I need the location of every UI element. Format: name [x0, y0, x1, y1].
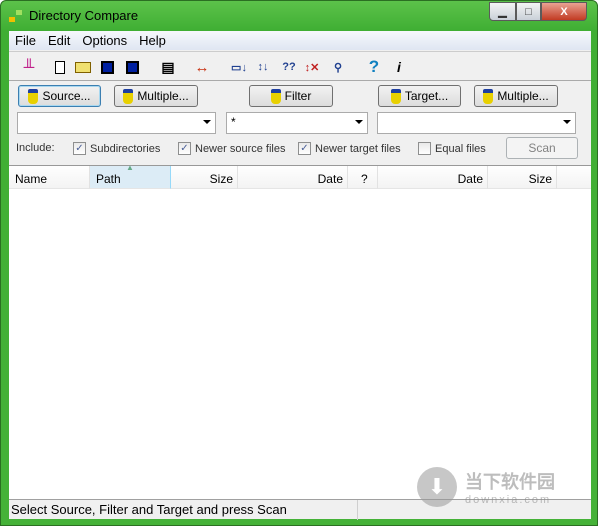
comparison-list[interactable]: Name Path ▲ Size Date ? Date Size — [9, 163, 591, 499]
column-header-path[interactable]: Path ▲ — [90, 163, 171, 189]
maximize-button[interactable]: □ — [516, 2, 541, 21]
menu-options[interactable]: Options — [76, 31, 133, 50]
column-header-name[interactable]: Name — [9, 166, 90, 189]
checkbox-checked[interactable]: ✓ — [298, 142, 311, 155]
source-button-label: Source... — [42, 89, 91, 103]
checkbox-unchecked[interactable] — [418, 142, 431, 155]
dropdown-arrow-icon[interactable] — [355, 120, 363, 124]
checkbox-checked[interactable]: ✓ — [178, 142, 191, 155]
hand-pointer-icon — [28, 88, 39, 104]
column-header-filler — [557, 166, 591, 189]
watermark: ⬇ 当下软件园 downxia.com — [417, 467, 555, 507]
checkbox-label: Newer source files — [195, 142, 286, 155]
source-multiple-label: Multiple... — [137, 89, 189, 103]
dropdown-arrow-icon[interactable] — [563, 120, 571, 124]
filter-button-label: Filter — [284, 89, 312, 103]
status-text: Select Source, Filter and Target and pre… — [11, 502, 287, 517]
hand-pointer-icon — [390, 88, 401, 104]
menu-file[interactable]: File — [9, 31, 42, 50]
menu-bar: File Edit Options Help — [9, 31, 591, 50]
save-as-icon[interactable] — [123, 56, 141, 78]
app-window: Directory Compare ▁ □ X File Edit Option… — [0, 0, 598, 526]
source-multiple-button[interactable]: Multiple... — [114, 85, 198, 107]
equal-files-checkbox[interactable]: Equal files — [418, 142, 486, 155]
hand-pointer-icon — [483, 88, 494, 104]
filter-combo-value: * — [231, 115, 236, 129]
target-multiple-label: Multiple... — [497, 89, 549, 103]
sync-icon[interactable]: ↕↓ — [253, 56, 273, 78]
scan-button[interactable]: Scan — [506, 137, 578, 159]
column-header-status[interactable]: ? — [348, 166, 378, 189]
target-button[interactable]: Target... — [378, 85, 461, 107]
toolbar: ╨ ▤ ↔ ▭↓ ↕↓ ?? ↕✕ ⚲ ? i — [9, 51, 591, 81]
source-button[interactable]: Source... — [18, 85, 101, 107]
help-icon[interactable]: ? — [366, 56, 382, 78]
newer-target-checkbox[interactable]: ✓ Newer target files — [298, 142, 401, 155]
checkbox-checked[interactable]: ✓ — [73, 142, 86, 155]
window-title: Directory Compare — [29, 8, 139, 23]
new-file-icon[interactable] — [53, 56, 67, 78]
app-icon — [9, 9, 23, 23]
status-divider — [357, 500, 358, 520]
hand-pointer-icon — [123, 88, 134, 104]
delete-target-icon[interactable]: ↕✕ — [302, 56, 322, 78]
swap-icon[interactable]: ↔ — [192, 56, 212, 78]
save-icon[interactable] — [99, 56, 115, 78]
include-label: Include: — [16, 142, 55, 154]
open-folder-icon[interactable] — [73, 56, 93, 78]
link-icon[interactable]: ⚲ — [328, 56, 348, 78]
filter-combo[interactable]: * — [226, 112, 368, 134]
target-multiple-button[interactable]: Multiple... — [474, 85, 558, 107]
close-button[interactable]: X — [541, 2, 587, 21]
checkbox-label: Newer target files — [315, 142, 401, 155]
column-header-source-size[interactable]: Size — [171, 166, 238, 189]
menu-edit[interactable]: Edit — [42, 31, 76, 50]
download-arrow-icon: ⬇ — [417, 467, 457, 507]
copy-to-target-icon[interactable]: ▭↓ — [229, 56, 249, 78]
scan-tool-icon[interactable]: ╨ — [18, 56, 40, 78]
watermark-site: downxia.com — [465, 494, 552, 506]
checkbox-label: Subdirectories — [90, 142, 161, 155]
properties-icon[interactable]: ▤ — [159, 56, 177, 78]
checkbox-label: Equal files — [435, 142, 486, 155]
compare-unknown-icon[interactable]: ?? — [279, 56, 299, 78]
source-combo[interactable] — [17, 112, 216, 134]
target-button-label: Target... — [404, 89, 449, 103]
minimize-button[interactable]: ▁ — [489, 2, 516, 21]
menu-help[interactable]: Help — [133, 31, 172, 50]
column-header-target-size[interactable]: Size — [488, 166, 557, 189]
sort-ascending-icon: ▲ — [126, 163, 134, 172]
target-combo[interactable] — [377, 112, 576, 134]
about-icon[interactable]: i — [392, 56, 406, 78]
path-header-label: Path — [96, 172, 121, 186]
dropdown-arrow-icon[interactable] — [203, 120, 211, 124]
filter-button[interactable]: Filter — [249, 85, 333, 107]
subdirectories-checkbox[interactable]: ✓ Subdirectories — [73, 142, 160, 155]
hand-pointer-icon — [270, 88, 281, 104]
column-header-source-date[interactable]: Date — [238, 166, 348, 189]
column-header-target-date[interactable]: Date — [378, 166, 488, 189]
watermark-title: 当下软件园 — [465, 472, 555, 492]
newer-source-checkbox[interactable]: ✓ Newer source files — [178, 142, 285, 155]
